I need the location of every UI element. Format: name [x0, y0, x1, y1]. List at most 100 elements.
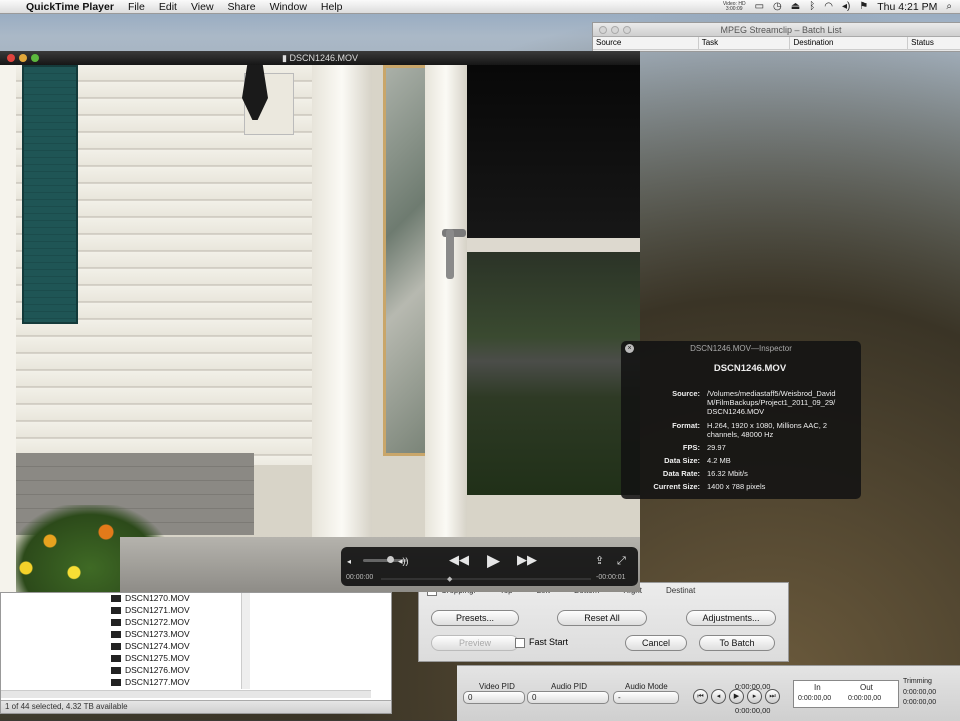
time-machine-icon[interactable]: ◷ [773, 1, 782, 12]
quicktime-titlebar[interactable]: ▮ DSCN1246.MOV [0, 51, 640, 65]
list-item[interactable]: DSCN1270.MOV [111, 593, 190, 603]
column-source[interactable]: Source [593, 37, 699, 49]
in-value[interactable]: 0:00:00,00 [798, 695, 831, 702]
out-label: Out [860, 683, 873, 692]
list-item[interactable]: DSCN1273.MOV [111, 629, 190, 639]
info-source: /Volumes/mediastaff5/Weisbrod_David M/Fi… [707, 389, 836, 416]
out-value[interactable]: 0:00:00,00 [848, 695, 881, 702]
volume-icon[interactable]: ◂) [842, 1, 850, 12]
menu-file[interactable]: File [128, 1, 145, 13]
flag-icon[interactable]: ⚑ [859, 1, 868, 12]
reset-all-button[interactable]: Reset All [557, 610, 647, 626]
play-button[interactable]: ▶ [729, 689, 744, 704]
list-item[interactable]: DSCN1271.MOV [111, 605, 190, 615]
spotlight-search-icon[interactable]: ⌕ [946, 1, 952, 12]
info-current-size: 1400 x 788 pixels [707, 482, 766, 491]
zoom-button[interactable] [31, 54, 39, 62]
rewind-start-button[interactable]: ⏮ [693, 689, 708, 704]
info-key: FPS: [682, 443, 700, 452]
door-handle-grip [446, 229, 454, 279]
fast-forward-button[interactable]: ▶▶ [517, 553, 537, 566]
column-task[interactable]: Task [699, 37, 791, 49]
minimize-button[interactable] [19, 54, 27, 62]
audio-mode-select[interactable]: - [613, 691, 679, 704]
video-pid-select[interactable]: 0 [463, 691, 525, 704]
list-item[interactable]: DSCN1277.MOV [111, 677, 190, 687]
inspector-filename: DSCN1246.MOV [713, 363, 787, 374]
rewind-button[interactable]: ◀◀ [449, 553, 469, 566]
streamclip-panel: Video PID 0 Audio PID 0 Audio Mode - 0:0… [457, 665, 960, 721]
presets-button[interactable]: Presets... [431, 610, 519, 626]
step-forward-button[interactable]: ▸ [747, 689, 762, 704]
quicktime-window: ▮ DSCN1246.MOV ◂ ◂)) ◀◀ ▶ ▶▶ ⇪ ⤢ 00:00:0… [0, 51, 640, 592]
bluetooth-icon[interactable]: ᛒ [809, 1, 815, 12]
scrubber-bar[interactable] [381, 578, 591, 580]
clock[interactable]: Thu 4:21 PM [877, 1, 937, 13]
batch-list-title: MPEG Streamclip – Batch List [720, 24, 842, 35]
column-status[interactable]: Status [908, 37, 960, 49]
wifi-icon[interactable]: ◠ [824, 1, 833, 12]
sidelight-left [383, 65, 429, 456]
playhead-icon[interactable]: ◆ [447, 575, 452, 583]
video-frame[interactable] [0, 65, 640, 592]
adjustments-button[interactable]: Adjustments... [686, 610, 776, 626]
forward-end-button[interactable]: ⏭ [765, 689, 780, 704]
list-item[interactable]: DSCN1272.MOV [111, 617, 190, 627]
app-menu[interactable]: QuickTime Player [26, 1, 114, 13]
share-icon[interactable]: ⇪ [595, 555, 604, 567]
menu-bar: QuickTime Player File Edit View Share Wi… [0, 0, 960, 14]
menu-edit[interactable]: Edit [159, 1, 177, 13]
close-button[interactable] [7, 54, 15, 62]
menu-help[interactable]: Help [321, 1, 343, 13]
fullscreen-icon[interactable]: ⤢ [617, 555, 626, 567]
in-label: In [814, 683, 821, 692]
movie-file-icon [111, 654, 121, 662]
info-key: Data Rate: [662, 469, 700, 478]
cancel-button[interactable]: Cancel [625, 635, 687, 651]
audio-pid-select[interactable]: 0 [527, 691, 609, 704]
video-pid-label: Video PID [479, 682, 515, 691]
eject-icon[interactable]: ⏏ [791, 1, 800, 12]
fast-start-checkbox[interactable]: Fast Start [515, 637, 568, 648]
inspector-info: Source: /Volumes/mediastaff5/Weisbrod_Dav… [621, 388, 858, 492]
batch-list-titlebar[interactable]: MPEG Streamclip – Batch List [593, 23, 960, 37]
play-button[interactable]: ▶ [487, 552, 500, 569]
list-item[interactable]: DSCN1275.MOV [111, 653, 190, 663]
trimming-value-2: 0:00:00,00 [903, 699, 937, 706]
list-item[interactable]: DSCN1274.MOV [111, 641, 190, 651]
door-glass-upper [467, 65, 640, 240]
volume-high-icon[interactable]: ◂)) [398, 555, 409, 567]
movie-file-icon [111, 642, 121, 650]
door-frame-left [425, 65, 467, 550]
minimize-button[interactable] [611, 25, 619, 34]
list-item[interactable]: DSCN1276.MOV [111, 665, 190, 675]
menu-window[interactable]: Window [270, 1, 307, 13]
close-button[interactable] [599, 25, 607, 34]
movie-file-icon [111, 594, 121, 602]
volume-low-icon[interactable]: ◂ [347, 556, 351, 568]
audio-mode-label: Audio Mode [625, 682, 668, 691]
movie-file-icon [111, 666, 121, 674]
batch-list-header: Source Task Destination Status [593, 37, 960, 50]
info-data-rate: 16.32 Mbit/s [707, 469, 748, 478]
door-glass-lower [467, 252, 640, 495]
batch-list-window: MPEG Streamclip – Batch List Source Task… [592, 22, 960, 52]
window-shutter [22, 65, 78, 324]
preview-button[interactable]: Preview [431, 635, 519, 651]
menu-view[interactable]: View [191, 1, 214, 13]
step-back-button[interactable]: ◂ [711, 689, 726, 704]
column-destination[interactable]: Destination [790, 37, 909, 49]
porch-post [0, 65, 16, 592]
trimming-label: Trimming [903, 678, 932, 685]
vertical-scrollbar[interactable] [241, 593, 250, 689]
window-title: ▮ DSCN1246.MOV [282, 52, 358, 63]
to-batch-button[interactable]: To Batch [699, 635, 775, 651]
zoom-button[interactable] [623, 25, 631, 34]
inspector-titlebar[interactable]: × DSCN1246.MOV—Inspector [621, 341, 861, 355]
menu-share[interactable]: Share [228, 1, 256, 13]
display-icon[interactable]: ▭ [755, 1, 764, 12]
movie-file-icon [111, 630, 121, 638]
info-data-size: 4.2 MB [707, 456, 731, 465]
horizontal-scrollbar[interactable] [1, 690, 371, 698]
volume-knob[interactable] [387, 556, 394, 563]
